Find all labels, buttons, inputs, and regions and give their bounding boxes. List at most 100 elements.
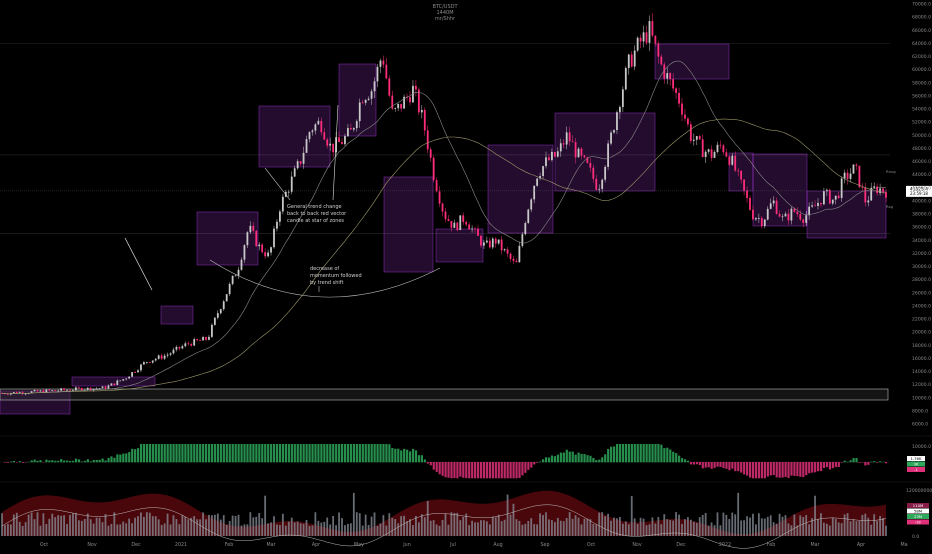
candle-body	[542, 166, 544, 176]
volume-bar	[453, 513, 455, 536]
candle-body	[592, 168, 594, 179]
candle-body	[714, 152, 716, 158]
price-chart[interactable]: General trend changeback to back red vec…	[0, 0, 932, 550]
volume-bar	[465, 514, 467, 536]
oscillator-bar	[705, 462, 707, 468]
volume-bar	[241, 525, 243, 536]
volume-bar	[232, 516, 234, 536]
candle-body	[181, 346, 183, 348]
candle-body	[832, 200, 834, 204]
oscillator-bar	[580, 454, 582, 462]
oscillator-axis-label: 10000.0	[912, 444, 931, 450]
volume-bar	[134, 518, 136, 536]
price-axis-label: 40000.0	[912, 198, 931, 204]
volume-bar	[640, 518, 642, 536]
oscillator-bar	[421, 455, 423, 462]
candle-body	[214, 318, 216, 325]
candle-body	[300, 161, 302, 164]
volume-bar	[81, 521, 83, 536]
volume-bar	[802, 517, 804, 536]
volume-bar	[202, 512, 204, 536]
volume-bar	[858, 521, 860, 536]
candle-body	[589, 163, 591, 168]
oscillator-bar	[838, 462, 840, 467]
candle-body	[385, 65, 387, 79]
chart-root[interactable]: General trend changeback to back red vec…	[0, 0, 932, 550]
candle-body	[693, 140, 695, 141]
oscillator-bar	[155, 444, 157, 462]
volume-bar	[1, 513, 3, 536]
volume-bar	[317, 521, 319, 536]
candle-body	[492, 239, 494, 248]
candle-body	[838, 196, 840, 198]
volume-bar	[578, 518, 580, 536]
oscillator-bar	[187, 444, 189, 462]
volume-bar	[486, 521, 488, 536]
candle-body	[87, 388, 89, 390]
oscillator-bar	[7, 462, 9, 463]
oscillator-bar	[306, 444, 308, 462]
candle-body	[613, 130, 615, 133]
candle-body	[143, 362, 145, 364]
candle-body	[507, 249, 509, 253]
volume-bar	[678, 515, 680, 536]
oscillator-bar	[255, 444, 257, 462]
oscillator-bar	[498, 462, 500, 478]
volume-bar	[37, 512, 39, 536]
oscillator-bar	[288, 444, 290, 462]
volume-bar	[255, 517, 257, 536]
candle-body	[551, 152, 553, 160]
price-axis-label: 38000.0	[912, 212, 931, 218]
oscillator-bar	[805, 462, 807, 475]
oscillator-bar	[444, 462, 446, 477]
candle-body	[164, 356, 166, 359]
oscillator-bar	[34, 460, 36, 463]
volume-bar	[246, 524, 248, 536]
volume-bar	[99, 518, 101, 536]
oscillator-bar	[646, 444, 648, 462]
oscillator-bar	[314, 444, 316, 462]
annotation-text: back to back red vector	[287, 211, 347, 217]
candle-body	[238, 270, 240, 276]
oscillator-bar	[403, 449, 405, 462]
oscillator-bar	[643, 444, 645, 462]
oscillator-bar	[235, 444, 237, 462]
oscillator-bar	[57, 461, 59, 463]
oscillator-bar	[447, 462, 449, 478]
volume-bar	[714, 525, 716, 536]
oscillator-bar	[755, 462, 757, 478]
oscillator-bar	[480, 462, 482, 478]
candle-body	[252, 226, 254, 231]
x-axis-label: Ma	[900, 542, 907, 548]
volume-bar	[312, 525, 314, 536]
oscillator-bar	[657, 444, 659, 462]
candle-body	[170, 353, 172, 354]
oscillator-bar	[164, 444, 166, 462]
price-axis-label: 70000.0	[912, 2, 931, 8]
candle-body	[241, 260, 243, 270]
oscillator-bar	[48, 460, 50, 462]
candle-body	[320, 121, 322, 132]
volume-bar	[31, 513, 33, 536]
oscillator-bar	[518, 462, 520, 478]
oscillator-bar	[415, 450, 417, 462]
oscillator-bar	[217, 444, 219, 462]
candle-body	[400, 104, 402, 109]
oscillator-bar	[60, 459, 62, 462]
candle-body	[799, 214, 801, 219]
volume-bar	[155, 516, 157, 536]
oscillator-bar	[468, 462, 470, 478]
volume-bar	[876, 521, 878, 536]
supply-demand-zone	[161, 306, 193, 324]
candle-body	[725, 152, 727, 156]
candle-body	[864, 187, 866, 202]
oscillator-bar	[779, 462, 781, 478]
candle-body	[368, 99, 370, 100]
oscillator-bar	[841, 462, 843, 463]
oscillator-bar	[589, 456, 591, 462]
candle-body	[572, 141, 574, 142]
oscillator-bar	[75, 459, 77, 463]
candle-body	[581, 149, 583, 156]
price-axis-label: 52000.0	[912, 120, 931, 126]
oscillator-bar	[205, 444, 207, 462]
